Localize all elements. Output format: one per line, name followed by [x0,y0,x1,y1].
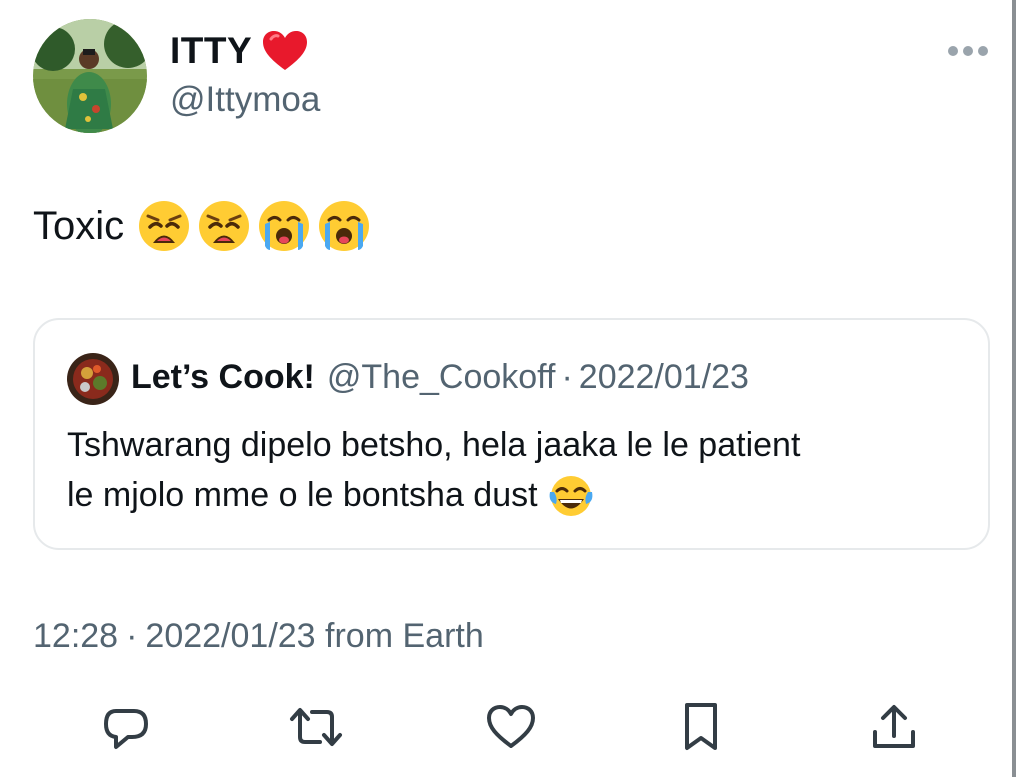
tweet-time: 12:28 [33,617,119,655]
quoted-text-line-1: Tshwarang dipelo betsho, hela jaaka le l… [67,426,801,464]
like-button[interactable] [486,700,536,754]
author-handle[interactable]: @Ittymoa [170,80,320,120]
tweet-text: Toxic [33,200,370,252]
quoted-author-avatar[interactable] [67,353,119,405]
timestamp-separator: · [126,617,138,655]
retweet-button[interactable] [288,700,344,754]
tweet-timestamp[interactable]: 12:28 · 2022/01/23 from Earth [33,617,484,656]
bookmark-icon [681,702,721,752]
quoted-author-name[interactable]: Let’s Cook! [131,358,315,397]
author-avatar[interactable] [33,19,147,133]
loudly-crying-face-icon [318,200,370,252]
weary-face-icon [138,200,190,252]
quoted-tweet-meta: @The_Cookoff · 2022/01/23 [327,358,749,397]
tweet-date-source: 2022/01/23 from Earth [145,617,484,655]
loudly-crying-face-icon [258,200,310,252]
quoted-meta-separator: · [561,358,573,396]
quoted-tweet-card[interactable]: Let’s Cook! @The_Cookoff · 2022/01/23 Ts… [33,318,990,550]
scrollbar-edge [1012,0,1016,777]
share-button[interactable] [869,700,919,754]
tears-of-joy-icon [548,474,594,520]
like-icon [486,704,536,750]
more-options-icon[interactable] [946,44,990,58]
reply-icon [102,703,150,751]
tweet-emojis [138,200,370,252]
heart-icon [262,30,308,72]
quoted-tweet-header: Let’s Cook! @The_Cookoff · 2022/01/23 [131,358,749,397]
quoted-text-line-2-wrap: le mjolo mme o le bontsha dust [67,470,967,520]
share-icon [871,702,917,752]
weary-face-icon [198,200,250,252]
action-bar [0,700,1024,760]
tweet-page: ITTY @Ittymoa Toxic Let’s Cook! @The_Coo… [0,0,1024,777]
bookmark-button[interactable] [676,700,726,754]
quoted-text-line-2: le mjolo mme o le bontsha dust [67,476,538,514]
author-display-name[interactable]: ITTY [170,30,252,72]
quoted-tweet-date[interactable]: 2022/01/23 [579,358,749,397]
tweet-text-content: Toxic [33,203,125,248]
quoted-tweet-text: Tshwarang dipelo betsho, hela jaaka le l… [67,420,967,520]
quoted-author-handle[interactable]: @The_Cookoff [327,358,556,397]
author-name-row[interactable]: ITTY [170,30,308,72]
reply-button[interactable] [101,700,151,754]
retweet-icon [288,705,344,749]
